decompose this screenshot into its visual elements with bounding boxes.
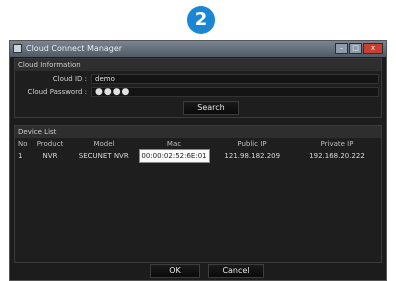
window-title: Cloud Connect Manager xyxy=(26,44,123,53)
cell-mac-selected[interactable]: 00:00:02:52:6E:01 xyxy=(138,149,210,163)
device-table-header-row: No Product Model Mac Public IP Private I… xyxy=(17,139,379,150)
column-header-public-ip[interactable]: Public IP xyxy=(209,139,295,150)
window-controls: – □ x xyxy=(335,43,383,54)
column-header-private-ip[interactable]: Private IP xyxy=(295,139,379,150)
search-button[interactable]: Search xyxy=(183,101,239,115)
window-titlebar[interactable]: Cloud Connect Manager – □ x xyxy=(10,41,386,57)
cloud-information-panel: Cloud Information Cloud ID : demo Cloud … xyxy=(14,58,382,118)
step-number-badge: 2 xyxy=(187,6,215,34)
cloud-information-header: Cloud Information xyxy=(15,59,381,71)
maximize-button[interactable]: □ xyxy=(349,43,362,54)
device-table: No Product Model Mac Public IP Private I… xyxy=(17,139,379,163)
column-header-no[interactable]: No xyxy=(17,139,31,150)
cancel-button[interactable]: Cancel xyxy=(208,264,264,278)
cell-public-ip: 121.98.182.209 xyxy=(224,152,281,160)
cell-no: 1 xyxy=(18,152,23,160)
cell-product: NVR xyxy=(42,152,58,160)
column-header-mac[interactable]: Mac xyxy=(139,139,209,150)
column-header-product[interactable]: Product xyxy=(31,139,69,150)
cell-private-ip: 192.168.20.222 xyxy=(309,152,365,160)
close-button[interactable]: x xyxy=(363,43,383,54)
app-icon xyxy=(13,44,22,53)
minimize-button[interactable]: – xyxy=(335,43,348,54)
ok-button[interactable]: OK xyxy=(150,264,200,278)
cloud-password-input[interactable]: ●●●● xyxy=(91,87,379,97)
table-row[interactable]: 1 NVR SECUNET NVR 00:00:02:52:6E:01 121.… xyxy=(17,149,379,163)
cell-model: SECUNET NVR xyxy=(78,152,129,160)
column-header-model[interactable]: Model xyxy=(69,139,139,150)
cloud-id-label: Cloud ID : xyxy=(52,75,87,83)
device-list-header: Device List xyxy=(15,126,381,138)
cloud-connect-window: Cloud Connect Manager – □ x Cloud Inform… xyxy=(9,40,387,281)
cloud-password-label: Cloud Password : xyxy=(27,88,88,96)
cloud-id-input[interactable]: demo xyxy=(91,74,379,84)
device-list-panel: Device List No Product Model Mac Public … xyxy=(14,125,382,263)
